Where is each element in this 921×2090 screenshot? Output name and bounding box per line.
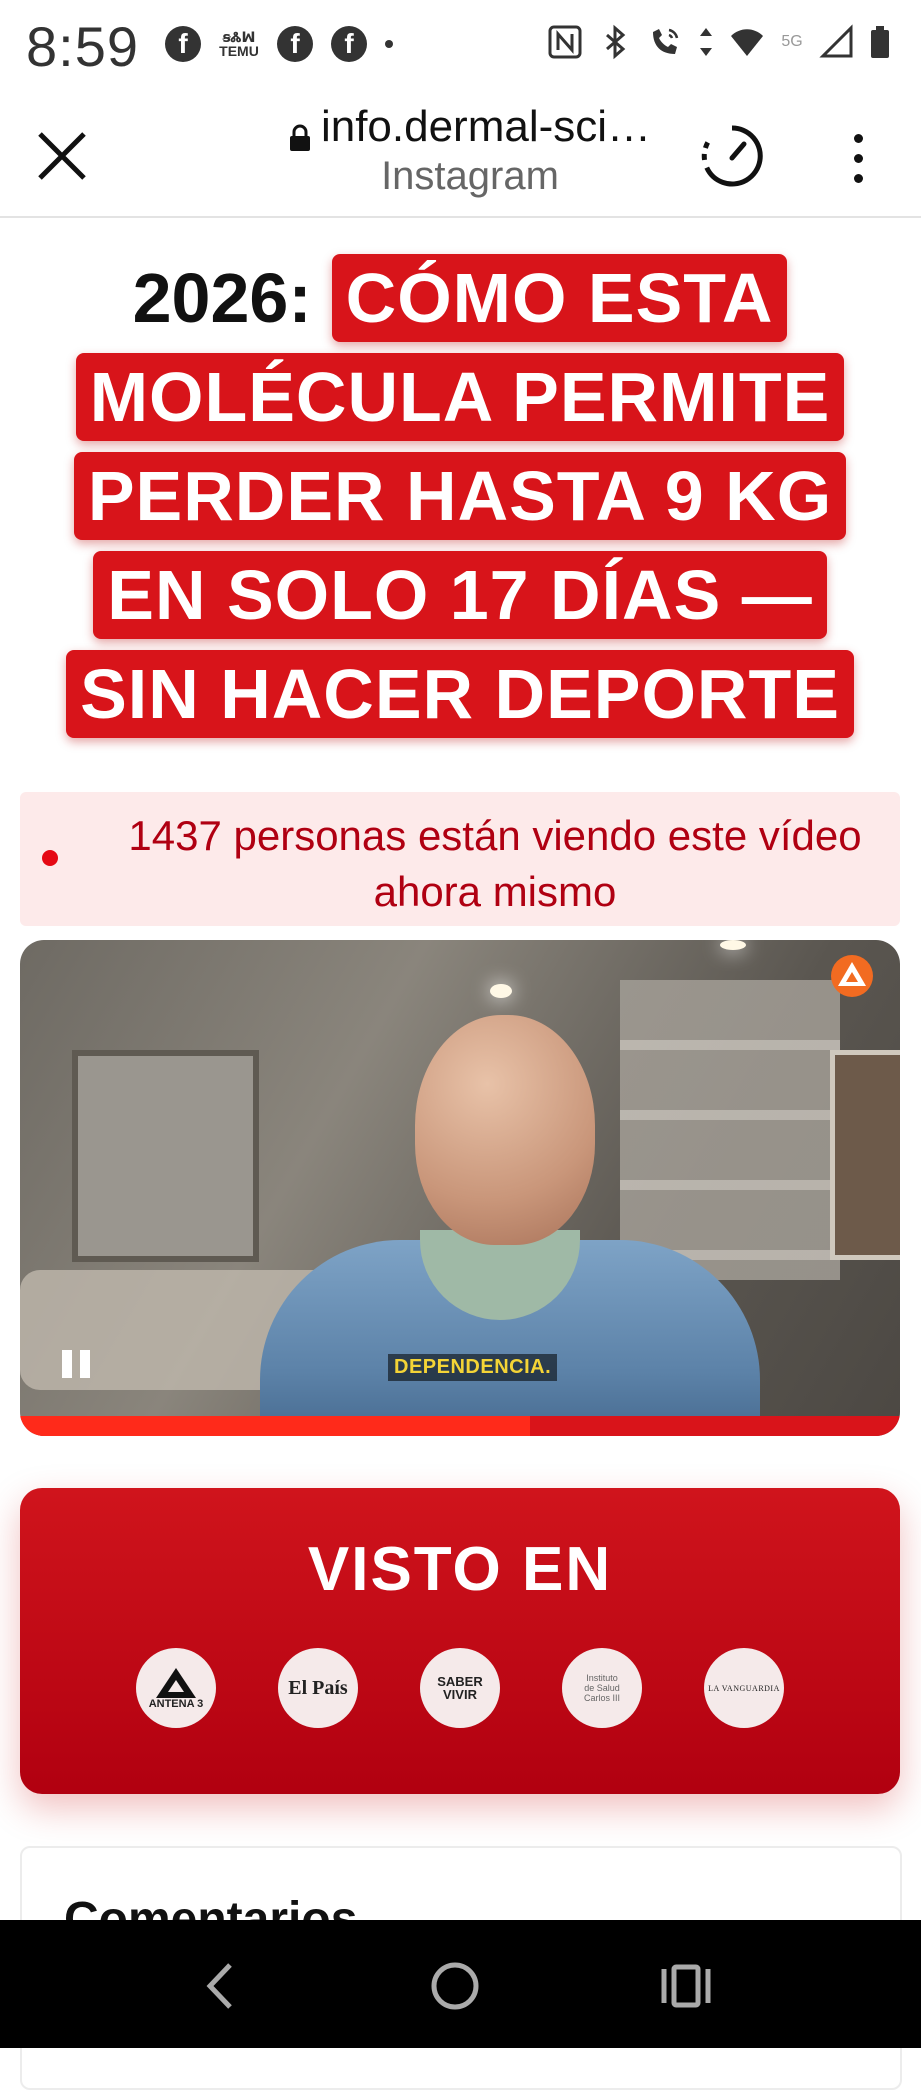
system-navigation-bar [0,1920,921,2048]
lock-icon [289,113,311,151]
headline-line: PERDER HASTA 9 KG [73,451,847,540]
background-painting [72,1050,259,1262]
close-icon[interactable] [30,124,94,188]
temu-icon: ꞩᏜꟽ TEMU [219,29,259,59]
seen-in-section: VISTO EN ANTENA 3 El País SABER VIVIR In… [20,1488,900,1794]
speedometer-icon[interactable] [696,120,768,192]
system-icons: 5G [547,24,891,60]
headline-line: CÓMO ESTA [331,253,788,342]
nfc-icon [547,24,583,60]
seen-in-title: VISTO EN [307,1535,613,1604]
presenter-head [415,1015,595,1245]
facebook-icon: f [165,26,201,62]
signal-icon [819,24,855,60]
live-dot-icon [42,850,58,866]
page-url: info.dermal-sci… [320,102,652,151]
video-subtitle: DEPENDENCIA. [388,1354,558,1381]
headline-year: 2026: [132,258,312,337]
notification-icons: f ꞩᏜꟽ TEMU f f [165,26,393,62]
bluetooth-icon [597,24,633,60]
video-progress-bar[interactable] [20,1416,900,1436]
ceiling-light [720,940,746,950]
data-arrows-icon [697,24,715,60]
pause-button[interactable] [62,1350,94,1384]
background-frame [830,1050,900,1260]
headline-line: EN SOLO 17 DÍAS — [93,550,827,639]
facebook-icon: f [331,26,367,62]
headline-line: MOLÉCULA PERMITE [75,352,845,441]
background-shelf [620,980,840,1280]
address-bar[interactable]: info.dermal-sci… Instagram [250,102,690,199]
browser-toolbar: info.dermal-sci… Instagram [0,92,921,218]
status-bar: 8:59 f ꞩᏜꟽ TEMU f f 5G [0,0,921,92]
browser-subtitle: Instagram [381,154,559,198]
saber-vivir-logo: SABER VIVIR [420,1648,500,1728]
home-icon[interactable] [425,1956,485,2016]
facebook-icon: f [277,26,313,62]
recents-icon[interactable] [656,1956,716,2016]
la-vanguardia-logo: LA VANGUARDIA [704,1648,784,1728]
video-progress-fill [20,1416,531,1436]
media-logos: ANTENA 3 El País SABER VIVIR Instituto d… [136,1648,784,1728]
elpais-logo: El País [278,1648,358,1728]
status-time: 8:59 [26,15,139,78]
signal-5g-icon: 5G [781,33,803,50]
live-viewers-text: 1437 personas están viendo este vídeo ah… [128,812,862,915]
instituto-salud-carlos-iii-logo: Instituto de Salud Carlos III [562,1648,642,1728]
live-viewers-banner: 1437 personas están viendo este vídeo ah… [20,792,900,926]
back-icon[interactable] [190,1956,250,2016]
antena3-logo-icon [830,954,874,998]
ceiling-light [490,984,512,998]
headline-line: SIN HACER DEPORTE [66,649,854,738]
video-player[interactable]: DEPENDENCIA. [20,940,900,1436]
more-options-icon[interactable] [840,128,876,188]
antena3-logo: ANTENA 3 [136,1648,216,1728]
more-notifications-icon [385,40,393,48]
wifi-icon [729,24,765,60]
page-headline: 2026: CÓMO ESTA MOLÉCULA PERMITE PERDER … [66,248,854,743]
wifi-call-icon [647,24,683,60]
battery-icon [869,24,891,60]
